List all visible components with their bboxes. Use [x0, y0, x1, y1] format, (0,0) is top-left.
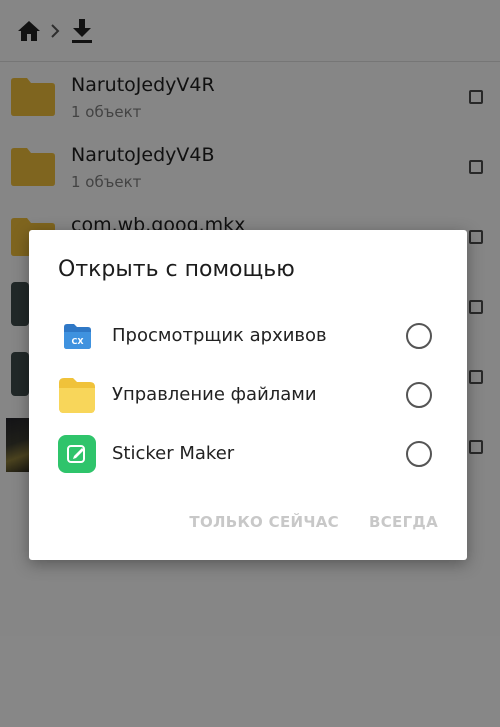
app-option-label: Управление файлами	[112, 384, 317, 405]
radio-button[interactable]	[406, 382, 432, 408]
just-once-button[interactable]: ТОЛЬКО СЕЙЧАС	[189, 513, 339, 531]
archive-viewer-icon: CX	[58, 317, 96, 355]
dialog-title: Открыть с помощью	[58, 257, 295, 282]
svg-text:CX: CX	[71, 337, 84, 346]
radio-button[interactable]	[406, 323, 432, 349]
radio-button[interactable]	[406, 441, 432, 467]
app-option-file-manager[interactable]: Управление файлами	[29, 367, 467, 425]
always-button[interactable]: ВСЕГДА	[369, 513, 438, 531]
app-option-archive-viewer[interactable]: CX Просмотрщик архивов	[29, 308, 467, 366]
app-option-sticker-maker[interactable]: Sticker Maker	[29, 426, 467, 484]
file-manager-screen: NarutoJedyV4R 1 объект NarutoJedyV4B 1 о…	[0, 0, 500, 727]
app-option-label: Sticker Maker	[112, 443, 235, 464]
open-with-dialog: Открыть с помощью CX Просмотрщик архивов…	[29, 230, 467, 560]
sticker-maker-icon	[58, 435, 96, 473]
dialog-actions: ТОЛЬКО СЕЙЧАС ВСЕГДА	[189, 513, 438, 531]
app-option-label: Просмотрщик архивов	[112, 325, 327, 346]
file-manager-icon	[58, 376, 96, 414]
